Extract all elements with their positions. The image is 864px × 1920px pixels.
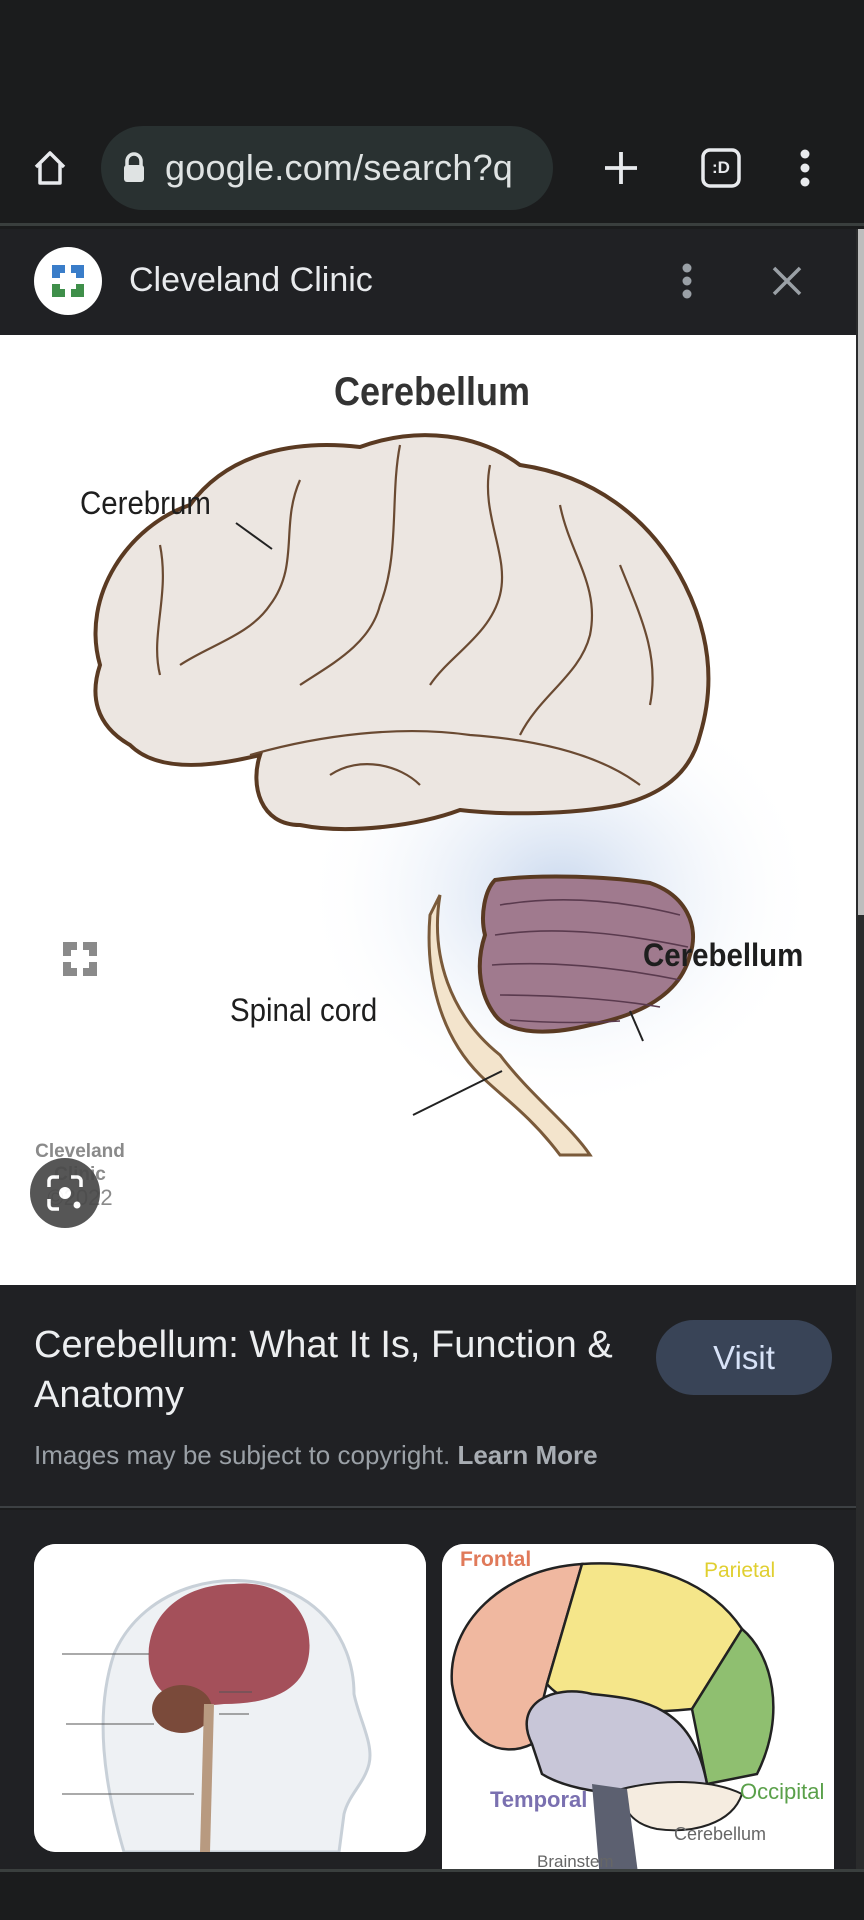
label-cerebrum: Cerebrum [80,485,211,521]
custom-tab-header: Cleveland Clinic [0,229,856,335]
lobe-label-cerebellum: Cerebellum [674,1824,767,1844]
lobe-label-occipital: Occipital [740,1779,825,1804]
related-images: Frontal Parietal Temporal Occipital Cere… [0,1510,856,1870]
tab-count: :D [712,158,730,177]
browser-toolbar: google.com/search?q :D [0,110,864,226]
plus-icon [605,152,637,184]
lobe-label-parietal: Parietal [704,1559,776,1582]
copyright-text: Images may be subject to copyright. [34,1440,451,1470]
copyright-notice: Images may be subject to copyright. Lear… [34,1440,598,1471]
more-vert-icon [682,263,692,299]
address-bar[interactable]: google.com/search?q [101,126,553,210]
brain-lobes-thumbnail [442,1544,834,1870]
watermark-line-1: Cleveland [35,1141,125,1162]
image-title: Cerebellum [333,370,531,414]
watermark-logo-icon [63,942,97,976]
new-tab-button[interactable] [593,140,649,196]
lobe-label-temporal: Temporal [490,1787,588,1812]
related-image-2[interactable]: Frontal Parietal Temporal Occipital Cere… [442,1544,834,1870]
cleveland-clinic-logo-icon [52,265,84,297]
browser-menu-button[interactable] [777,140,833,196]
result-info: Cerebellum: What It Is, Function & Anato… [0,1285,856,1508]
site-name: Cleveland Clinic [129,261,373,299]
head-brain-thumbnail [34,1544,426,1852]
system-navigation-bar [0,1869,864,1920]
url-text: google.com/search?q [165,147,514,188]
learn-more-link[interactable]: Learn More [457,1440,597,1470]
close-button[interactable] [757,251,817,311]
lens-icon [47,1175,83,1211]
home-button[interactable] [22,140,78,196]
label-cerebellum: Cerebellum [643,937,804,973]
page-menu-button[interactable] [657,251,717,311]
site-logo [34,247,102,315]
status-bar [0,0,864,110]
label-spinal-cord: Spinal cord [230,992,378,1028]
home-icon [34,151,66,185]
main-image[interactable]: Cerebellum Cerebrum Cerebellum Spinal co… [0,335,856,1285]
tab-switcher-button[interactable]: :D [693,140,749,196]
lobe-label-frontal: Frontal [460,1548,532,1571]
more-vert-icon [800,149,810,187]
close-icon [772,266,802,296]
related-image-1[interactable] [34,1544,426,1852]
lens-button[interactable] [30,1158,100,1228]
visit-button[interactable]: Visit [656,1320,832,1395]
scrollbar-thumb[interactable] [858,229,864,915]
lock-icon [124,152,144,182]
lobe-label-brainstem: Brainstem [537,1852,614,1870]
result-title[interactable]: Cerebellum: What It Is, Function & Anato… [34,1320,644,1420]
